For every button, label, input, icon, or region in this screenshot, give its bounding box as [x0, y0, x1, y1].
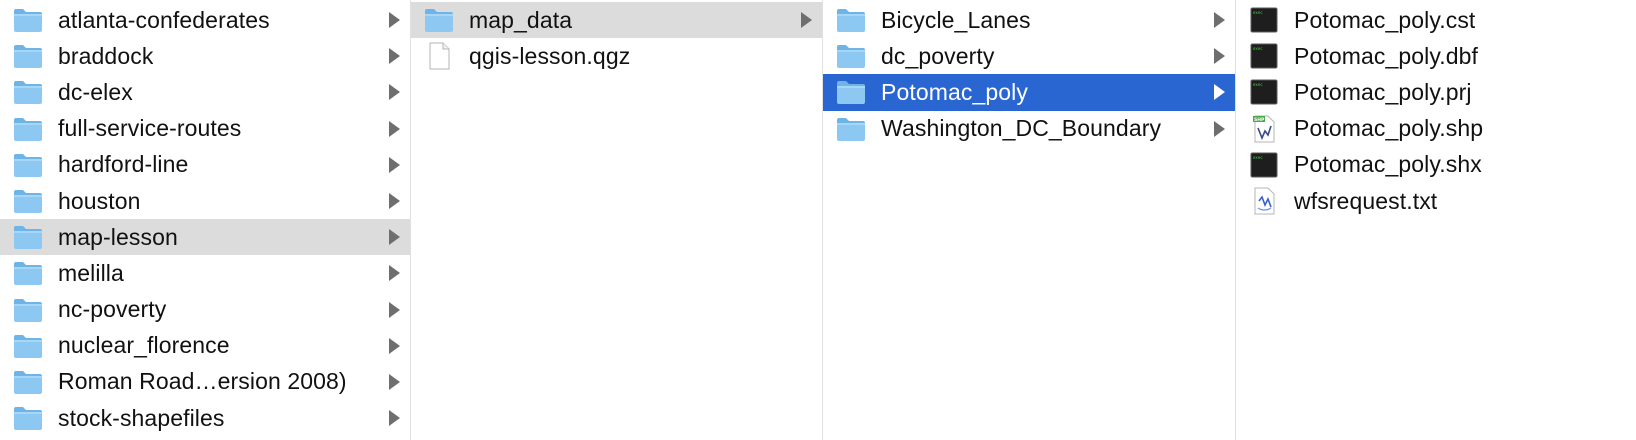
column-4[interactable]: exec Potomac_poly.cst exec Potomac_poly.dbf… — [1236, 0, 1636, 440]
folder-row-braddock[interactable]: braddock — [0, 38, 410, 74]
item-label: Washington_DC_Boundary — [881, 115, 1162, 142]
disclosure-arrow-icon[interactable] — [1214, 84, 1225, 101]
folder-icon — [12, 187, 44, 215]
folder-row-melilla[interactable]: melilla — [0, 255, 410, 291]
disclosure-arrow-icon[interactable] — [389, 301, 400, 318]
folder-icon — [12, 151, 44, 179]
item-label: Potomac_poly.cst — [1294, 6, 1476, 33]
item-label: houston — [58, 187, 141, 214]
terminal-file-icon: exec — [1248, 151, 1280, 179]
item-label: map-lesson — [58, 223, 178, 250]
folder-icon — [12, 223, 44, 251]
folder-icon — [12, 42, 44, 70]
item-label: Bicycle_Lanes — [881, 6, 1031, 33]
item-label: Potomac_poly — [881, 78, 1028, 105]
file-row-potomac-poly-dbf[interactable]: exec Potomac_poly.dbf — [1236, 38, 1636, 74]
folder-row-nuclear-florence[interactable]: nuclear_florence — [0, 328, 410, 364]
folder-row-potomac-poly[interactable]: Potomac_poly — [823, 74, 1235, 111]
disclosure-arrow-icon[interactable] — [389, 193, 400, 210]
file-row-potomac-poly-cst[interactable]: exec Potomac_poly.cst — [1236, 2, 1636, 38]
folder-row-map-lesson[interactable]: map-lesson — [0, 219, 410, 256]
svg-text:exec: exec — [1253, 10, 1263, 15]
folder-row-map-data[interactable]: map_data — [411, 2, 822, 39]
item-label: qgis-lesson.qgz — [469, 42, 631, 69]
item-label: hardford-line — [58, 151, 189, 178]
folder-row-bicycle-lanes[interactable]: Bicycle_Lanes — [823, 2, 1235, 38]
file-row-potomac-poly-prj[interactable]: exec Potomac_poly.prj — [1236, 74, 1636, 110]
item-label: Potomac_poly.shp — [1294, 115, 1484, 142]
text-file-icon — [1248, 187, 1280, 215]
folder-icon — [12, 404, 44, 432]
disclosure-arrow-icon[interactable] — [389, 48, 400, 65]
disclosure-arrow-icon[interactable] — [389, 410, 400, 427]
blank-document-icon — [423, 42, 455, 70]
folder-row-dc-poverty[interactable]: dc_poverty — [823, 38, 1235, 74]
svg-text:SHP: SHP — [1254, 117, 1265, 123]
finder-column-browser: atlanta-confederates braddock dc-elex full-… — [0, 0, 1636, 440]
disclosure-arrow-icon[interactable] — [1214, 12, 1225, 29]
item-label: Roman Road…ersion 2008) — [58, 368, 347, 395]
svg-text:exec: exec — [1253, 155, 1263, 160]
folder-icon — [835, 6, 867, 34]
folder-icon — [835, 42, 867, 70]
disclosure-arrow-icon[interactable] — [389, 156, 400, 173]
item-label: Potomac_poly.prj — [1294, 78, 1472, 105]
item-label: melilla — [58, 259, 124, 286]
shp-file-icon: SHP — [1248, 115, 1280, 143]
folder-row-washington-dc-boundary[interactable]: Washington_DC_Boundary — [823, 111, 1235, 147]
item-label: wfsrequest.txt — [1294, 187, 1438, 214]
folder-row-nc-poverty[interactable]: nc-poverty — [0, 292, 410, 328]
column-2[interactable]: map_data qgis-lesson.qgz — [411, 0, 823, 440]
folder-row-atlanta-confederates[interactable]: atlanta-confederates — [0, 2, 410, 38]
folder-icon — [12, 259, 44, 287]
disclosure-arrow-icon[interactable] — [801, 12, 812, 29]
folder-row-roman-road-ersion-2008[interactable]: Roman Road…ersion 2008) — [0, 364, 410, 400]
folder-row-houston[interactable]: houston — [0, 183, 410, 219]
item-label: nc-poverty — [58, 296, 167, 323]
item-label: full-service-routes — [58, 115, 242, 142]
disclosure-arrow-icon[interactable] — [389, 337, 400, 354]
folder-icon — [12, 368, 44, 396]
item-label: dc-elex — [58, 78, 133, 105]
file-row-qgis-lesson-qgz[interactable]: qgis-lesson.qgz — [411, 38, 822, 74]
folder-icon — [12, 296, 44, 324]
item-label: map_data — [469, 6, 573, 33]
folder-icon — [835, 115, 867, 143]
folder-icon — [12, 78, 44, 106]
disclosure-arrow-icon[interactable] — [389, 12, 400, 29]
disclosure-arrow-icon[interactable] — [1214, 120, 1225, 137]
folder-row-full-service-routes[interactable]: full-service-routes — [0, 111, 410, 147]
item-label: Potomac_poly.shx — [1294, 151, 1482, 178]
disclosure-arrow-icon[interactable] — [389, 120, 400, 137]
terminal-file-icon: exec — [1248, 78, 1280, 106]
terminal-file-icon: exec — [1248, 42, 1280, 70]
folder-icon — [835, 78, 867, 106]
disclosure-arrow-icon[interactable] — [389, 373, 400, 390]
item-label: Potomac_poly.dbf — [1294, 42, 1479, 69]
disclosure-arrow-icon[interactable] — [389, 265, 400, 282]
column-3[interactable]: Bicycle_Lanes dc_poverty Potomac_poly Washi… — [823, 0, 1236, 440]
disclosure-arrow-icon[interactable] — [1214, 48, 1225, 65]
item-label: atlanta-confederates — [58, 6, 270, 33]
folder-icon — [12, 6, 44, 34]
file-row-potomac-poly-shx[interactable]: exec Potomac_poly.shx — [1236, 147, 1636, 183]
terminal-file-icon: exec — [1248, 6, 1280, 34]
disclosure-arrow-icon[interactable] — [389, 229, 400, 246]
item-label: stock-shapefiles — [58, 404, 225, 431]
item-label: dc_poverty — [881, 42, 995, 69]
folder-icon — [12, 332, 44, 360]
folder-row-hardford-line[interactable]: hardford-line — [0, 147, 410, 183]
item-label: nuclear_florence — [58, 332, 230, 359]
folder-row-dc-elex[interactable]: dc-elex — [0, 74, 410, 110]
file-row-wfsrequest-txt[interactable]: wfsrequest.txt — [1236, 183, 1636, 219]
svg-text:exec: exec — [1253, 46, 1263, 51]
file-row-potomac-poly-shp[interactable]: SHP Potomac_poly.shp — [1236, 111, 1636, 147]
svg-text:exec: exec — [1253, 82, 1263, 87]
folder-icon — [423, 6, 455, 34]
column-1[interactable]: atlanta-confederates braddock dc-elex full-… — [0, 0, 411, 440]
folder-icon — [12, 115, 44, 143]
folder-row-stock-shapefiles[interactable]: stock-shapefiles — [0, 400, 410, 436]
item-label: braddock — [58, 42, 154, 69]
disclosure-arrow-icon[interactable] — [389, 84, 400, 101]
